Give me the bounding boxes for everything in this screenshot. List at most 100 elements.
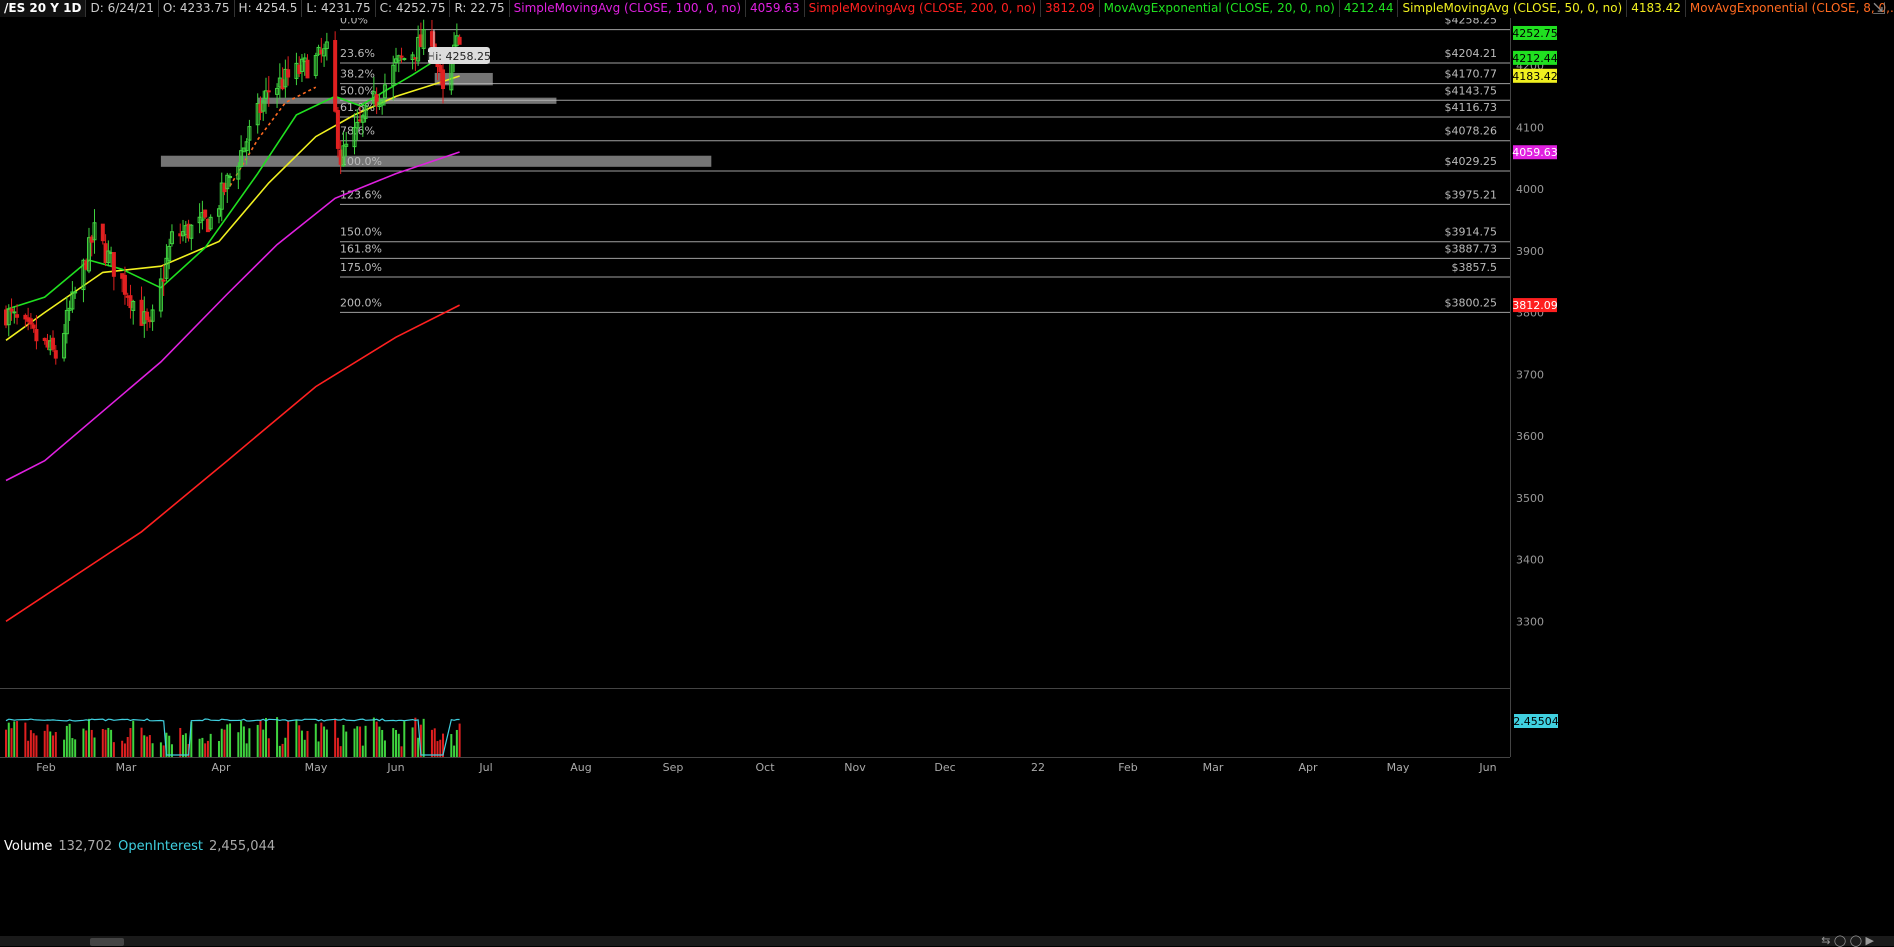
volume-bar	[49, 731, 52, 757]
close-readout: C: 4252.75	[376, 0, 451, 17]
candle-body[interactable]	[12, 311, 17, 314]
fib-percent-label: 175.0%	[340, 261, 382, 274]
volume-bar	[278, 745, 281, 757]
scrollbar-thumb[interactable]	[90, 938, 124, 946]
volume-bar	[10, 728, 13, 757]
volume-bar	[314, 723, 317, 757]
volume-bar	[345, 731, 348, 757]
volume-bar	[123, 743, 126, 757]
time-axis-tick: May	[1387, 761, 1410, 774]
volume-bar	[229, 723, 232, 757]
volume-bar	[267, 738, 270, 757]
time-axis-tick: Mar	[116, 761, 137, 774]
candle-body[interactable]	[203, 209, 208, 218]
volume-bar	[82, 728, 85, 757]
candle-body[interactable]	[122, 274, 127, 295]
study-label[interactable]: SimpleMovingAvg (CLOSE, 100, 0, no)	[510, 0, 747, 17]
study-label[interactable]: MovAvgExponential (CLOSE, 20, 0, no)	[1100, 0, 1340, 17]
price-tag-label: 3812.09	[1512, 299, 1558, 312]
support-zone[interactable]	[160, 155, 712, 167]
fib-price-label: $3914.75	[1445, 226, 1498, 239]
horizontal-scrollbar[interactable]	[0, 936, 1894, 946]
volume-bar	[71, 738, 74, 757]
volume-bar	[209, 733, 212, 757]
volume-bar	[372, 717, 375, 757]
volume-bar	[403, 721, 406, 757]
volume-bar	[226, 724, 229, 757]
price-tag-label: 4183.42	[1512, 70, 1558, 83]
symbol-label[interactable]: /ES 20 Y 1D	[0, 0, 87, 17]
volume-bar	[27, 740, 30, 757]
drawing-tools[interactable]: ⇆ ◯ ◯ ▶	[1821, 934, 1874, 947]
volume-bar	[284, 737, 287, 757]
volume-bar	[339, 746, 342, 757]
volume-bar	[101, 728, 104, 757]
volume-bar	[52, 735, 55, 757]
volume-bar	[359, 726, 362, 757]
volume-bar	[336, 737, 339, 757]
candle-body[interactable]	[145, 311, 150, 321]
candle-body[interactable]	[266, 90, 271, 93]
volume-bar	[453, 745, 456, 757]
candle-body[interactable]	[51, 337, 56, 350]
volume-bar	[35, 735, 38, 757]
volume-bar	[395, 729, 397, 757]
candle-body[interactable]	[34, 329, 39, 342]
time-axis-tick: Feb	[36, 761, 55, 774]
volume-bar	[184, 733, 187, 757]
open-interest-line[interactable]	[5, 718, 460, 756]
volume-bar	[7, 722, 10, 757]
moving-average-line[interactable]	[5, 151, 460, 482]
candle-body[interactable]	[28, 318, 33, 325]
open-interest-value: 2,455,044	[208, 839, 276, 854]
volume-bar	[300, 730, 303, 757]
study-label[interactable]: SimpleMovingAvg (CLOSE, 50, 0, no)	[1398, 0, 1628, 17]
candle-body[interactable]	[53, 350, 58, 359]
volume-bar	[107, 727, 110, 757]
candle-body[interactable]	[31, 324, 36, 329]
volume-bar	[146, 736, 149, 757]
candle-body[interactable]	[111, 252, 116, 277]
study-label[interactable]: MovAvgExponential (CLOSE, 8, 0,...	[1686, 0, 1894, 17]
volume-bar	[381, 729, 384, 757]
price-chart[interactable]: 3300340035003600370038003900400041004200…	[0, 18, 1894, 936]
volume-bar	[93, 737, 96, 757]
volume-bar	[378, 726, 381, 757]
candle-body[interactable]	[15, 314, 20, 318]
volume-bar	[29, 730, 32, 757]
volume-bar	[46, 724, 49, 757]
volume-bar	[32, 733, 35, 757]
candle-body[interactable]	[335, 109, 340, 149]
volume-bar	[68, 723, 71, 757]
fib-price-label: $3975.21	[1445, 188, 1498, 201]
volume-bar	[168, 735, 171, 757]
study-label[interactable]: SimpleMovingAvg (CLOSE, 200, 0, no)	[805, 0, 1042, 17]
volume-bar	[430, 729, 433, 757]
candle-body[interactable]	[402, 58, 407, 61]
volume-bar	[334, 718, 337, 757]
chart-settings-icon[interactable]: ⇲	[1870, 0, 1888, 18]
volume-bar	[298, 725, 301, 757]
fib-percent-label: 0.0%	[340, 18, 368, 27]
volume-bar	[306, 730, 309, 757]
candle-body[interactable]	[100, 223, 105, 242]
volume-bar	[121, 740, 124, 757]
candle-body[interactable]	[9, 308, 14, 312]
candle-body[interactable]	[305, 59, 310, 79]
volume-bar	[259, 720, 262, 757]
moving-average-line[interactable]	[5, 57, 460, 311]
volume-bar	[13, 721, 16, 757]
candle-body[interactable]	[286, 69, 291, 78]
volume-bar	[63, 739, 66, 757]
time-axis-tick: Mar	[1203, 761, 1224, 774]
candle-body[interactable]	[399, 55, 404, 58]
candle-body[interactable]	[457, 36, 462, 45]
candle-body[interactable]	[441, 69, 446, 90]
volume-bar	[411, 727, 414, 757]
candle-body[interactable]	[333, 40, 338, 112]
volume-bar	[206, 740, 209, 757]
fib-price-label: $4258.25	[1445, 18, 1498, 27]
volume-bar	[325, 729, 328, 757]
moving-average-line[interactable]	[5, 304, 460, 622]
candle-body[interactable]	[161, 279, 166, 282]
